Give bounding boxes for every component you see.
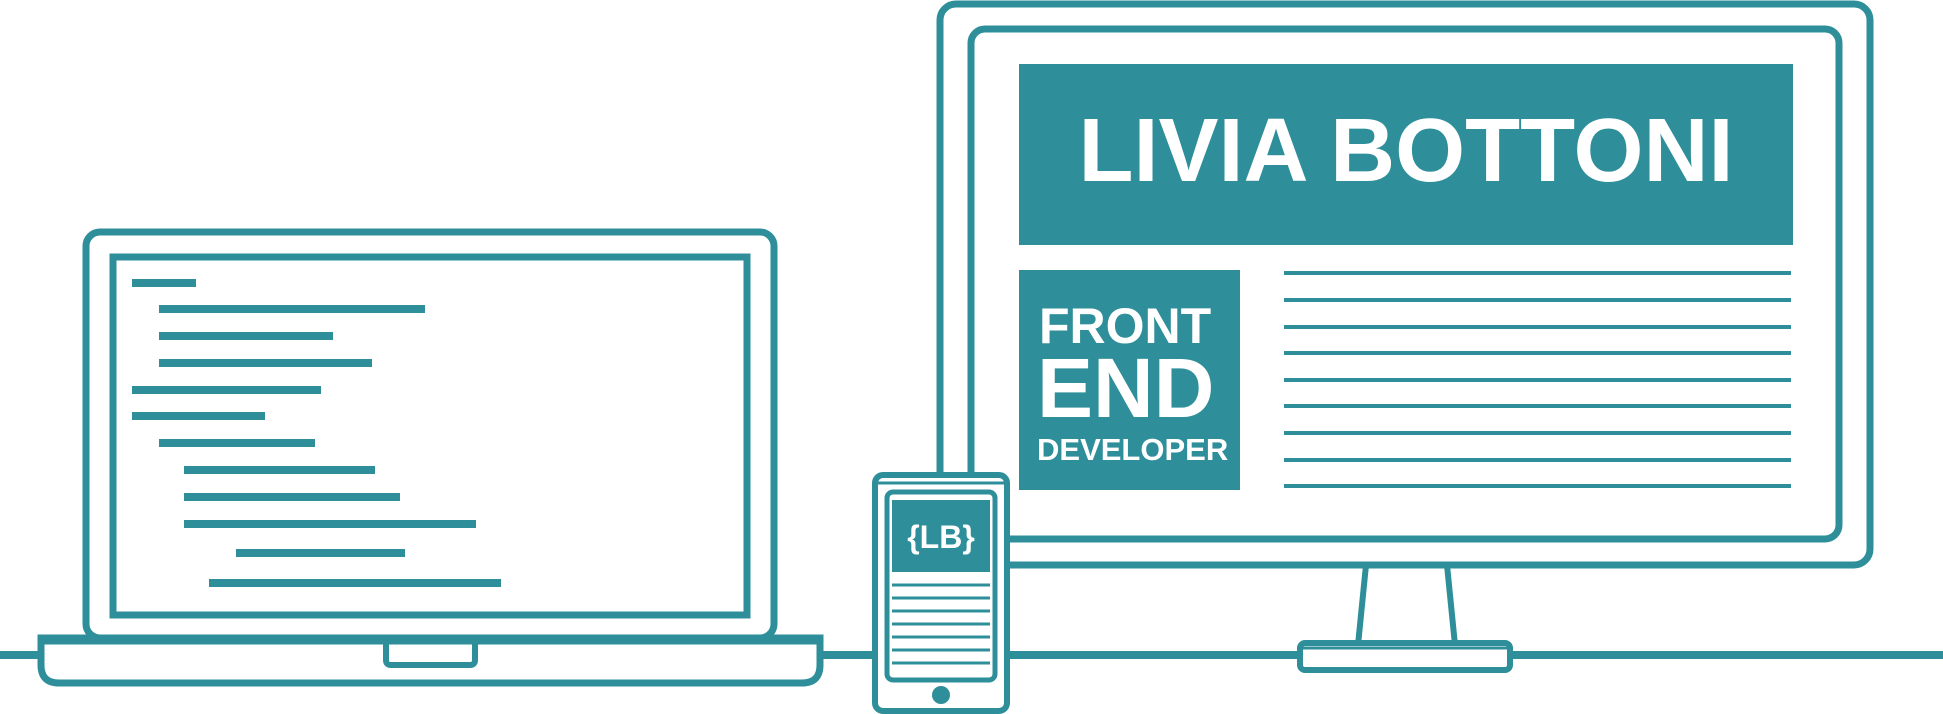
phone-home-button [932, 686, 950, 704]
monitor-icon: LIVIA BOTTONI FRONT END DEVELOPER [936, 0, 1874, 673]
phone-text-lines [892, 583, 990, 665]
role-line-developer: DEVELOPER [1037, 432, 1228, 467]
phone-logo-text: {LB} [907, 519, 975, 555]
role-line-end: END [1037, 341, 1214, 435]
laptop-base [37, 634, 824, 687]
name-banner-text: LIVIA BOTTONI [1078, 101, 1733, 201]
laptop-icon [37, 228, 824, 687]
monitor-stand [1354, 564, 1459, 648]
devices-illustration: LIVIA BOTTONI FRONT END DEVELOPER {LB} [0, 0, 1943, 714]
smartphone-icon: {LB} [872, 472, 1010, 714]
